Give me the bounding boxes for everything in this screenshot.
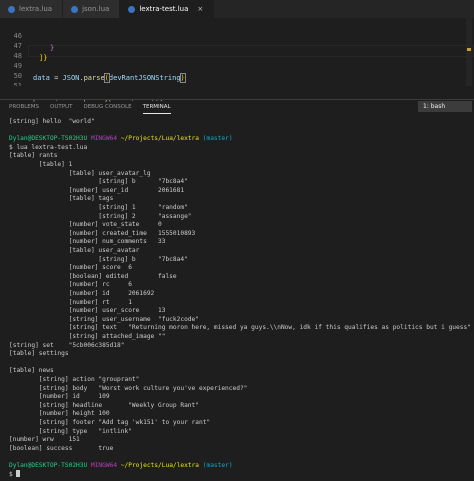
lua-file-icon [71, 5, 79, 13]
terminal-line: [string] hello "world" [9, 118, 95, 125]
terminal-prompt: Dylan@DESKTOP-TS02H3U MINGW64 ~/Projects… [9, 462, 233, 469]
editor-scrollbar[interactable] [466, 18, 472, 86]
terminal-line: [boolean] success true [9, 444, 114, 452]
tab-problems[interactable]: PROBLEMS [9, 100, 39, 114]
panel-tab-bar: PROBLEMS OUTPUT DEBUG CONSOLE TERMINAL [0, 100, 474, 114]
terminal-cursor [16, 470, 21, 478]
panel-divider[interactable] [0, 86, 474, 100]
lua-file-icon [8, 5, 15, 13]
editor-tab[interactable]: lextra.lua [0, 0, 64, 18]
tab-output[interactable]: OUTPUT [50, 100, 72, 114]
tab-label: json.lua [82, 5, 110, 13]
terminal-input-line: $ [9, 470, 21, 479]
tab-debug-console[interactable]: DEBUG CONSOLE [83, 100, 131, 114]
editor-tab[interactable]: lextra-test.lua × [120, 0, 215, 18]
code-editor[interactable]: 46 } 47 ]} 48 49 data = JSON.parse(devRa… [0, 18, 474, 102]
close-icon[interactable]: × [197, 5, 203, 13]
tab-label: lextra.lua [19, 5, 53, 13]
scroll-position-marker [467, 48, 471, 51]
terminal-output[interactable]: [string] hello "world" Dylan@DESKTOP-TS02… [0, 117, 474, 481]
terminal-select-dropdown[interactable]: 1: bash [418, 101, 472, 112]
tab-terminal[interactable]: TERMINAL [142, 100, 171, 114]
editor-line[interactable]: 51 print(table.prettyprint(data)); [0, 68, 474, 102]
editor-tab-bar: lextra.lua json.lua lextra-test.lua × [0, 0, 474, 18]
editor-tab[interactable]: json.lua [63, 0, 121, 18]
tab-label: lextra-test.lua [139, 5, 189, 13]
terminal-line: [table] settings [9, 350, 69, 358]
lua-file-icon [128, 5, 136, 13]
